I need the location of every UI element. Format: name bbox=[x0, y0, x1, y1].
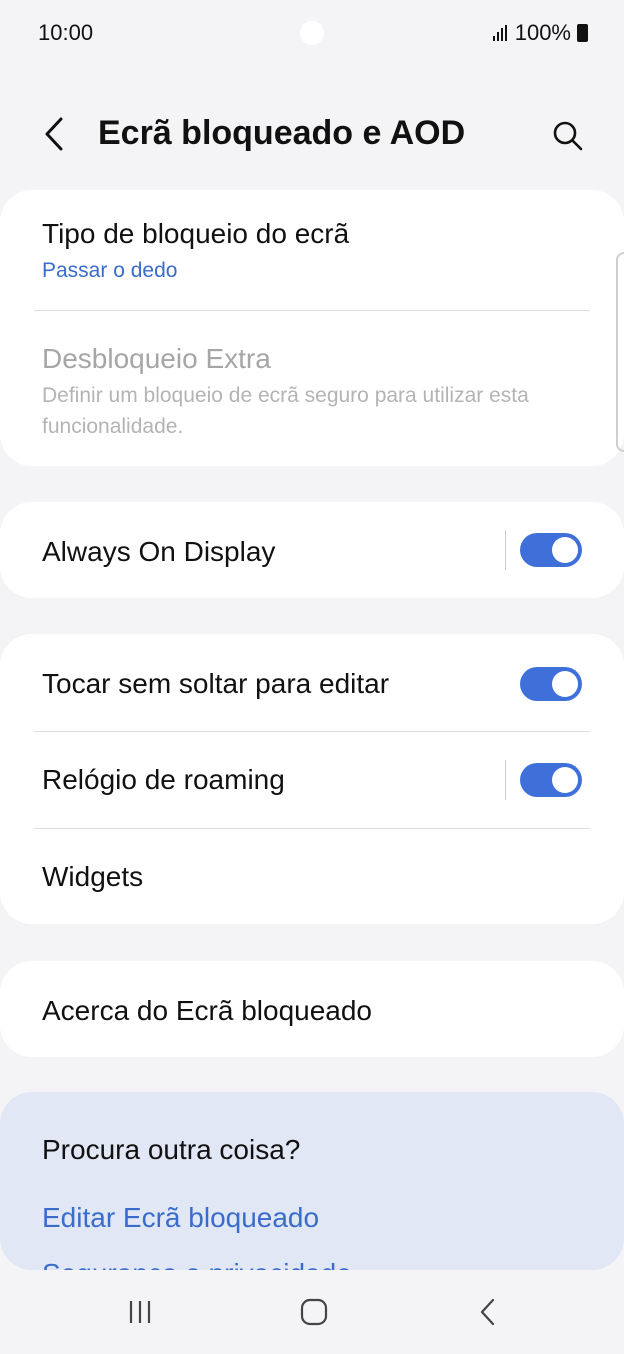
about-card: Acerca do Ecrã bloqueado bbox=[0, 961, 624, 1057]
touch-hold-edit-label: Tocar sem soltar para editar bbox=[42, 668, 390, 699]
edit-lock-screen-link[interactable]: Editar Ecrã bloqueado bbox=[42, 1202, 319, 1234]
status-time: 10:00 bbox=[38, 20, 94, 45]
about-lock-screen-item[interactable]: Acerca do Ecrã bloqueado bbox=[0, 961, 624, 1057]
scroll-indicator[interactable] bbox=[616, 252, 624, 452]
nav-back-button[interactable] bbox=[458, 1292, 518, 1332]
extra-unlock-title: Desbloqueio Extra bbox=[42, 343, 271, 374]
signal-icon bbox=[492, 25, 507, 41]
about-lock-screen-label: Acerca do Ecrã bloqueado bbox=[42, 995, 372, 1026]
battery-icon bbox=[577, 24, 588, 42]
navigation-bar bbox=[0, 1270, 624, 1354]
chevron-left-icon bbox=[45, 117, 63, 151]
search-icon bbox=[553, 121, 583, 151]
status-bar: 10:00 100% bbox=[0, 0, 624, 66]
lock-type-value: Passar o dedo bbox=[42, 259, 178, 282]
extra-unlock-subtitle-line1: Definir um bloqueio de ecrã seguro para … bbox=[42, 384, 529, 407]
suggestions-card: Procura outra coisa? Editar Ecrã bloquea… bbox=[0, 1092, 624, 1270]
app-bar: Ecrã bloqueado e AOD bbox=[0, 96, 624, 176]
toggle-knob bbox=[552, 537, 578, 563]
security-privacy-link[interactable]: Segurança e privacidade bbox=[42, 1258, 352, 1270]
lock-type-item[interactable]: Tipo de bloqueio do ecrã Passar o dedo bbox=[0, 190, 624, 310]
always-on-display-label: Always On Display bbox=[42, 536, 276, 567]
back-icon bbox=[480, 1298, 495, 1326]
back-button[interactable] bbox=[34, 112, 74, 156]
page-title: Ecrã bloqueado e AOD bbox=[98, 114, 466, 152]
always-on-display-toggle[interactable] bbox=[520, 533, 582, 567]
vertical-separator bbox=[505, 530, 506, 570]
camera-cutout bbox=[300, 21, 324, 45]
search-button[interactable] bbox=[546, 114, 590, 158]
extra-unlock-subtitle-line2: funcionalidade. bbox=[42, 415, 184, 438]
aod-card: Always On Display bbox=[0, 502, 624, 598]
touch-hold-edit-item[interactable]: Tocar sem soltar para editar bbox=[0, 634, 624, 731]
vertical-separator bbox=[505, 760, 506, 800]
recents-button[interactable] bbox=[110, 1292, 170, 1332]
lock-options-card: Tocar sem soltar para editar Relógio de … bbox=[0, 634, 624, 924]
widgets-item[interactable]: Widgets bbox=[0, 829, 624, 924]
toggle-knob bbox=[552, 671, 578, 697]
lock-type-title: Tipo de bloqueio do ecrã bbox=[42, 218, 350, 249]
always-on-display-item[interactable]: Always On Display bbox=[0, 502, 624, 598]
roaming-clock-label: Relógio de roaming bbox=[42, 764, 285, 795]
roaming-clock-toggle[interactable] bbox=[520, 763, 582, 797]
suggestions-title: Procura outra coisa? bbox=[42, 1134, 301, 1165]
home-button[interactable] bbox=[284, 1292, 344, 1332]
battery-percentage: 100% bbox=[514, 20, 571, 45]
widgets-label: Widgets bbox=[42, 861, 144, 892]
toggle-knob bbox=[552, 767, 578, 793]
status-indicators: 100% bbox=[492, 20, 588, 46]
extra-unlock-item: Desbloqueio Extra Definir um bloqueio de… bbox=[0, 311, 624, 466]
recents-icon bbox=[129, 1301, 151, 1323]
lock-settings-card: Tipo de bloqueio do ecrã Passar o dedo D… bbox=[0, 190, 624, 466]
home-icon bbox=[300, 1298, 328, 1326]
roaming-clock-item[interactable]: Relógio de roaming bbox=[0, 732, 624, 828]
touch-hold-edit-toggle[interactable] bbox=[520, 667, 582, 701]
